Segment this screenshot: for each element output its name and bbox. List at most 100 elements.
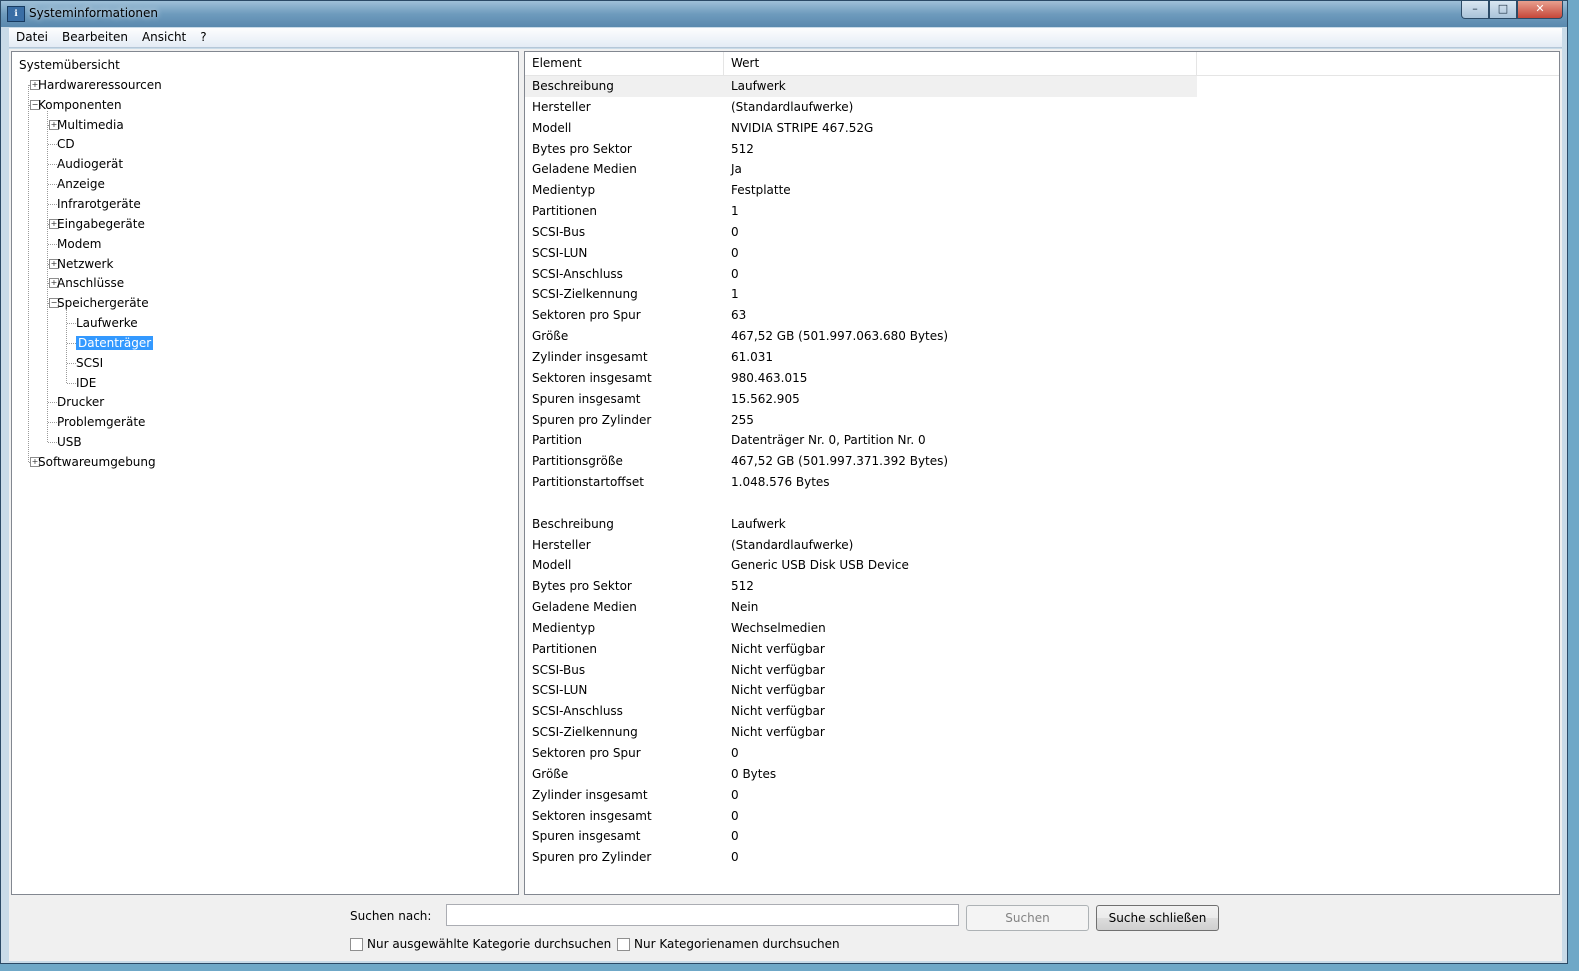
cell-wert: Nicht verfügbar: [731, 704, 825, 719]
list-row[interactable]: Spuren pro Zylinder 0: [525, 847, 1559, 868]
list-row[interactable]: Partitionstartoffset 1.048.576 Bytes: [525, 472, 1559, 493]
list-row[interactable]: Sektoren pro Spur 63: [525, 305, 1559, 326]
cell-element: Sektoren pro Spur: [532, 308, 641, 323]
checkbox-selected-category[interactable]: Nur ausgewählte Kategorie durchsuchen: [350, 937, 611, 951]
tree-item[interactable]: Systemübersicht: [19, 56, 120, 74]
list-row[interactable]: Spuren insgesamt 15.562.905: [525, 389, 1559, 410]
list-row[interactable]: Zylinder insgesamt 0: [525, 785, 1559, 806]
tree-item-label: Infrarotgeräte: [57, 196, 141, 211]
list-row[interactable]: [525, 493, 1559, 514]
details-list[interactable]: Element Wert Beschreibung Laufwerk Herstel…: [524, 51, 1560, 895]
cell-wert: 0: [731, 266, 739, 281]
list-row[interactable]: Geladene Medien Nein: [525, 597, 1559, 618]
minimize-button[interactable]: –: [1461, 1, 1489, 19]
tree-item[interactable]: Komponenten: [38, 96, 122, 114]
cell-wert: 467,52 GB (501.997.063.680 Bytes): [731, 329, 949, 344]
list-row[interactable]: SCSI-Bus Nicht verfügbar: [525, 660, 1559, 681]
list-row[interactable]: SCSI-Bus 0: [525, 222, 1559, 243]
list-row[interactable]: SCSI-Zielkennung Nicht verfügbar: [525, 722, 1559, 743]
cell-element: Partitionen: [532, 204, 597, 219]
list-row[interactable]: SCSI-LUN Nicht verfügbar: [525, 680, 1559, 701]
tree-item[interactable]: Modem: [57, 235, 101, 253]
column-header-wert[interactable]: Wert: [724, 52, 1197, 75]
column-header-element[interactable]: Element: [525, 52, 724, 75]
tree-item[interactable]: Softwareumgebung: [38, 453, 156, 471]
cell-element: Spuren insgesamt: [532, 829, 641, 844]
search-button[interactable]: Suchen: [966, 905, 1089, 931]
tree-item[interactable]: Problemgeräte: [57, 413, 145, 431]
list-row[interactable]: SCSI-LUN 0: [525, 243, 1559, 264]
cell-element: SCSI-Anschluss: [532, 266, 623, 281]
tree-item-label: IDE: [76, 375, 97, 390]
cell-element: Zylinder insgesamt: [532, 787, 648, 802]
tree-item[interactable]: Laufwerke: [76, 314, 138, 332]
main-content: Systemübersicht + Hardwareressourcen − Kompo…: [9, 49, 1562, 899]
checkbox-category-names[interactable]: Nur Kategorienamen durchsuchen: [617, 937, 840, 951]
tree-item[interactable]: IDE: [76, 374, 96, 392]
list-row[interactable]: Bytes pro Sektor 512: [525, 576, 1559, 597]
list-row[interactable]: Größe 467,52 GB (501.997.063.680 Bytes): [525, 326, 1559, 347]
list-row[interactable]: Hersteller (Standardlaufwerke): [525, 535, 1559, 556]
list-row[interactable]: Medientyp Wechselmedien: [525, 618, 1559, 639]
list-row[interactable]: SCSI-Zielkennung 1: [525, 284, 1559, 305]
close-search-button[interactable]: Suche schließen: [1096, 905, 1219, 931]
cell-wert: Nicht verfügbar: [731, 683, 825, 698]
cell-element: Partitionstartoffset: [532, 475, 644, 490]
window-title: Systeminformationen: [29, 6, 158, 20]
tree-item[interactable]: CD: [57, 135, 75, 153]
close-button[interactable]: ✕: [1517, 1, 1563, 19]
tree-item-label: Systemübersicht: [19, 58, 120, 72]
list-row[interactable]: Partition Datenträger Nr. 0, Partition Nr…: [525, 430, 1559, 451]
menu-bearbeiten[interactable]: Bearbeiten: [55, 28, 135, 47]
list-row[interactable]: Beschreibung Laufwerk: [525, 514, 1559, 535]
list-row[interactable]: Partitionen Nicht verfügbar: [525, 639, 1559, 660]
list-row[interactable]: Sektoren pro Spur 0: [525, 743, 1559, 764]
cell-element: Hersteller: [532, 537, 591, 552]
list-row[interactable]: Modell Generic USB Disk USB Device: [525, 555, 1559, 576]
list-row[interactable]: Medientyp Festplatte: [525, 180, 1559, 201]
tree-item[interactable]: Speichergeräte: [57, 294, 149, 312]
checkbox-box[interactable]: [350, 937, 363, 951]
list-row[interactable]: Geladene Medien Ja: [525, 159, 1559, 180]
checkbox-box[interactable]: [617, 937, 630, 951]
menu-help[interactable]: ?: [193, 28, 213, 47]
tree-item[interactable]: Anschlüsse: [57, 274, 124, 292]
menu-datei[interactable]: Datei: [9, 28, 55, 47]
search-input[interactable]: [446, 904, 959, 926]
tree-item[interactable]: Netzwerk: [57, 255, 113, 273]
tree-item[interactable]: Datenträger: [76, 334, 154, 352]
tree-item[interactable]: SCSI: [76, 354, 103, 372]
tree-item[interactable]: Infrarotgeräte: [57, 195, 141, 213]
list-row[interactable]: Größe 0 Bytes: [525, 764, 1559, 785]
list-row[interactable]: Beschreibung Laufwerk: [525, 76, 1197, 97]
list-row[interactable]: Sektoren insgesamt 980.463.015: [525, 368, 1559, 389]
cell-element: Bytes pro Sektor: [532, 579, 632, 594]
tree-item[interactable]: Drucker: [57, 393, 104, 411]
list-row[interactable]: Bytes pro Sektor 512: [525, 139, 1559, 160]
tree-item[interactable]: Multimedia: [57, 116, 124, 134]
cell-wert: Wechselmedien: [731, 620, 826, 635]
list-row[interactable]: Partitionen 1: [525, 201, 1559, 222]
list-row[interactable]: Spuren insgesamt 0: [525, 826, 1559, 847]
tree-item[interactable]: Anzeige: [57, 175, 105, 193]
tree-item[interactable]: Audiogerät: [57, 155, 123, 173]
list-row[interactable]: Modell NVIDIA STRIPE 467.52G: [525, 118, 1559, 139]
menu-ansicht[interactable]: Ansicht: [135, 28, 193, 47]
tree-item-label: CD: [57, 137, 75, 152]
title-bar[interactable]: ℹ Systeminformationen – □ ✕: [1, 1, 1567, 27]
maximize-button[interactable]: □: [1489, 1, 1517, 19]
list-row[interactable]: Partitionsgröße 467,52 GB (501.997.371.39…: [525, 451, 1559, 472]
tree-item-label: Anschlüsse: [57, 276, 125, 291]
tree-item[interactable]: USB: [57, 433, 82, 451]
cell-element: Sektoren insgesamt: [532, 370, 652, 385]
list-row[interactable]: Spuren pro Zylinder 255: [525, 410, 1559, 431]
list-row[interactable]: Zylinder insgesamt 61.031: [525, 347, 1559, 368]
list-row[interactable]: SCSI-Anschluss 0: [525, 264, 1559, 285]
tree-item[interactable]: Hardwareressourcen: [38, 76, 162, 94]
list-row[interactable]: Hersteller (Standardlaufwerke): [525, 97, 1559, 118]
list-row[interactable]: SCSI-Anschluss Nicht verfügbar: [525, 701, 1559, 722]
list-row[interactable]: Sektoren insgesamt 0: [525, 806, 1559, 827]
tree-item[interactable]: Eingabegeräte: [57, 215, 145, 233]
checkbox-label: Nur ausgewählte Kategorie durchsuchen: [367, 937, 612, 951]
category-tree[interactable]: Systemübersicht + Hardwareressourcen − Kompo…: [11, 51, 519, 895]
